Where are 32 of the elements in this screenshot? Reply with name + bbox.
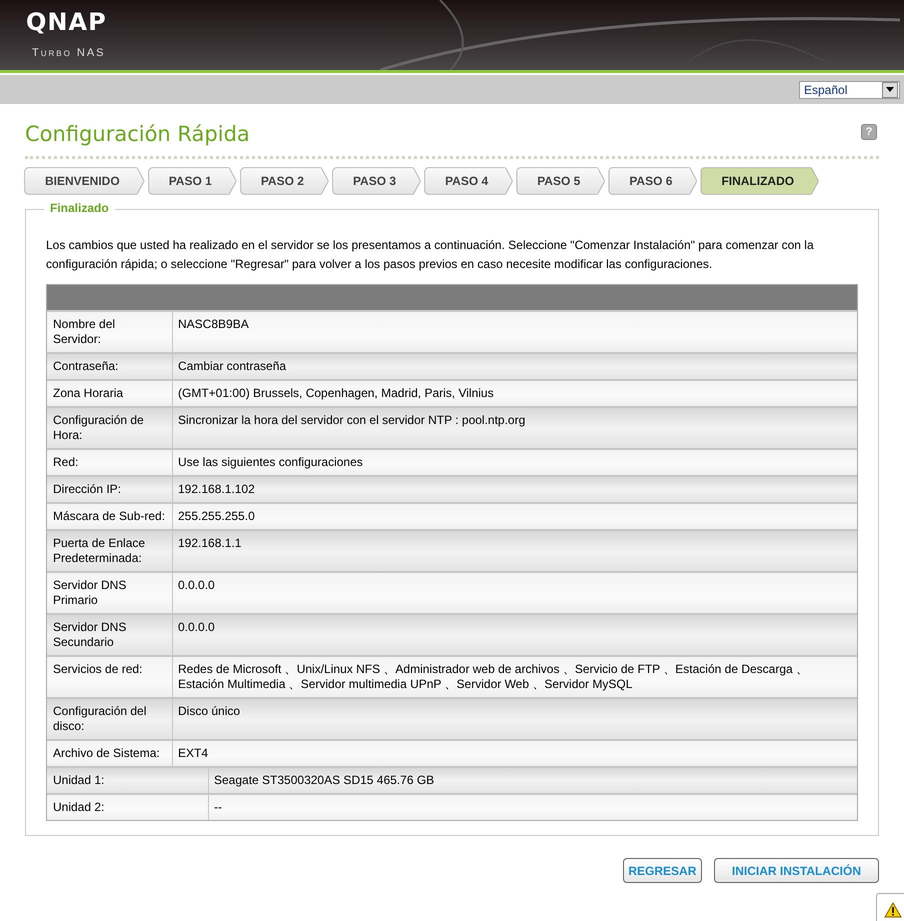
row-value: 192.168.1.102: [177, 481, 256, 498]
row-value: Seagate ST3500320AS SD15 465.76 GB: [213, 772, 436, 789]
row-value: Use las siguientes configuraciones: [177, 454, 364, 471]
row-value: Disco único: [177, 703, 242, 720]
step-tab[interactable]: PASO 1: [148, 168, 236, 194]
panel-legend: Finalizado: [44, 201, 115, 215]
row-value: Cambiar contraseña: [177, 358, 288, 375]
row-value: NASC8B9BA: [177, 316, 250, 333]
caret-icon: [886, 87, 894, 92]
step-tab[interactable]: FINALIZADO: [701, 168, 818, 194]
intro-text: Los cambios que usted ha realizado en el servidor se los presentamos a continuación. Seleccione "Comenzar Instalación" para comenzar con la configuración rápida; o seleccione "Regresar" para volver a los pasos previos en caso necesite modificar las configuraciones.: [46, 237, 815, 273]
page-title: Configuración Rápida: [25, 122, 250, 146]
row-value: (GMT+01:00) Brussels, Copenhagen, Madrid, Paris, Vilnius: [177, 385, 495, 402]
row-value: EXT4: [177, 745, 210, 762]
row-value: 0.0.0.0: [177, 619, 216, 636]
logo-subtitle: Turbo NAS: [32, 47, 106, 59]
language-dropdown[interactable]: Español: [799, 80, 900, 98]
step-tab[interactable]: PASO 3: [332, 168, 420, 194]
row-label: Unidad 2:: [47, 795, 209, 820]
warning-icon: [884, 902, 902, 918]
step-tab[interactable]: PASO 6: [609, 168, 696, 194]
step-tab[interactable]: PASO 2: [240, 168, 328, 194]
logo: QNAP: [26, 8, 107, 36]
row-value: Redes de Microsoft 、Unix/Linux NFS 、Administrador web de archivos 、Servicio de FTP 、Estación de Descarga 、Estación Multimedia 、Servidor multimedia UPnP 、Servidor Web 、Servidor MySQL: [177, 661, 810, 693]
step-tab[interactable]: PASO 4: [425, 168, 512, 194]
step-tab[interactable]: PASO 5: [517, 168, 604, 194]
row-value: 255.255.255.0: [177, 508, 256, 525]
row-value: 0.0.0.0: [177, 577, 216, 594]
row-value: 192.168.1.1: [177, 535, 242, 552]
row-value: --: [213, 799, 223, 816]
step-tab[interactable]: BIENVENIDO: [25, 168, 144, 194]
row-value: Sincronizar la hora del servidor con el servidor NTP : pool.ntp.org: [177, 412, 526, 429]
